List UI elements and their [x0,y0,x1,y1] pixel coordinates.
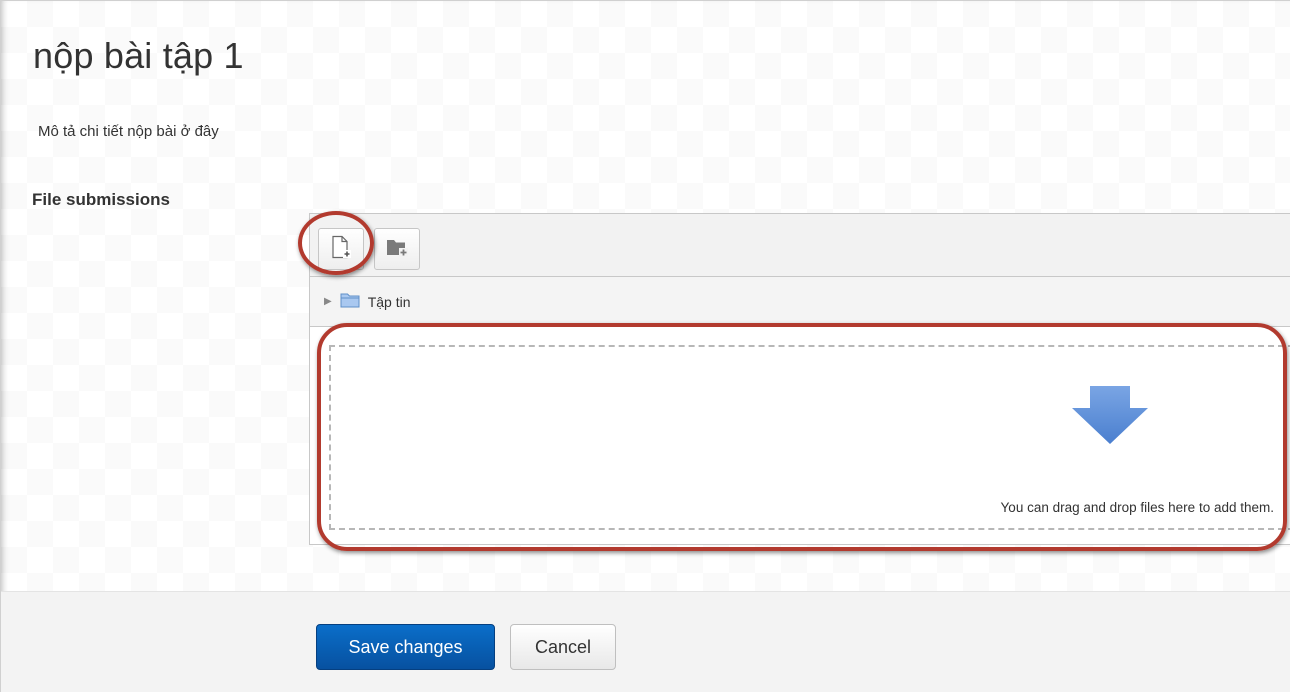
file-submissions-label: File submissions [32,190,170,209]
form-footer: Save changes Cancel [1,591,1290,692]
create-folder-icon [385,236,409,263]
file-path-bar: ▶ Tập tin [310,277,1290,327]
add-file-button[interactable] [318,228,364,270]
create-folder-button[interactable] [374,228,420,270]
page-frame: nộp bài tập 1 Mô tả chi tiết nộp bài ở đ… [0,0,1290,692]
file-manager: ▶ Tập tin You can drag and drop files he… [309,213,1290,545]
add-file-icon [330,235,352,264]
expand-arrow-icon[interactable]: ▶ [324,296,332,307]
cancel-button[interactable]: Cancel [510,624,616,670]
save-changes-button[interactable]: Save changes [316,624,495,670]
folder-name[interactable]: Tập tin [368,294,411,310]
down-arrow-icon [1070,384,1150,451]
page-title: nộp bài tập 1 [33,35,244,76]
folder-icon [340,292,360,311]
assignment-description: Mô tả chi tiết nộp bài ở đây [38,123,219,140]
drop-zone-message: You can drag and drop files here to add … [1000,500,1274,515]
file-drop-zone[interactable]: You can drag and drop files here to add … [329,345,1290,530]
file-manager-toolbar [310,214,1290,277]
